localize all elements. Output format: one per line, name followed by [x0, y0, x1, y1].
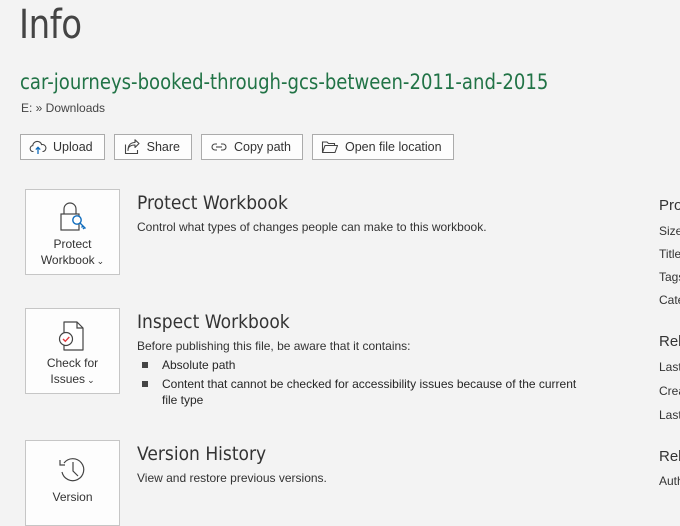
version-history-title: Version History [137, 443, 267, 465]
upload-label: Upload [53, 140, 93, 154]
share-button[interactable]: Share [113, 134, 192, 160]
related-people-heading: Rel [659, 448, 680, 465]
inspect-issue-text: Content that cannot be checked for acces… [162, 377, 577, 407]
version-history-line1: Version [52, 490, 93, 504]
cloud-upload-icon [29, 140, 47, 154]
inspect-workbook-description: Before publishing this file, be aware th… [137, 339, 411, 353]
date-label-created: Crea [659, 384, 680, 398]
protect-workbook-description: Control what types of changes people can… [137, 220, 487, 234]
chevron-down-icon: ⌄ [87, 375, 95, 385]
file-name: car-journeys-booked-through-gcs-between-… [20, 70, 549, 94]
file-path: E: » Downloads [21, 101, 106, 115]
property-label-title: Title [659, 247, 680, 261]
check-for-issues-line1: Check for [46, 356, 99, 370]
date-label-last-modified: Last [659, 360, 680, 374]
open-file-location-label: Open file location [344, 140, 442, 154]
document-check-icon [58, 321, 84, 351]
open-file-location-button[interactable]: Open file location [311, 134, 454, 160]
share-label: Share [146, 140, 180, 154]
protect-workbook-line1: Protect [53, 237, 92, 251]
people-label-author: Auth [659, 474, 680, 488]
bullet-icon [142, 381, 148, 387]
protect-workbook-line2: Workbook [40, 253, 95, 267]
property-label-tags: Tags [659, 270, 680, 284]
bullet-icon [142, 362, 148, 368]
inspect-workbook-title: Inspect Workbook [137, 311, 290, 333]
check-for-issues-line2: Issues [50, 372, 86, 386]
upload-button[interactable]: Upload [20, 134, 105, 160]
folder-open-icon [321, 141, 339, 154]
link-icon [211, 143, 227, 151]
file-actions-toolbar: Upload Share Copy path Open file locatio… [20, 134, 454, 160]
inspect-issue-text: Absolute path [162, 358, 236, 372]
page-title: Info [19, 2, 82, 48]
share-icon [124, 139, 140, 155]
version-history-description: View and restore previous versions. [137, 471, 327, 485]
history-clock-icon [58, 458, 84, 482]
inspect-issues-list: Absolute path Content that cannot be che… [137, 357, 607, 408]
chevron-down-icon: ⌄ [96, 256, 105, 266]
property-label-size: Size [659, 224, 680, 238]
related-dates-heading: Rel [659, 333, 680, 350]
version-history-button[interactable]: Version [25, 440, 120, 526]
copy-path-button[interactable]: Copy path [200, 134, 303, 160]
properties-heading: Pro [659, 197, 680, 214]
inspect-issue-item: Content that cannot be checked for acces… [137, 376, 582, 408]
check-for-issues-button[interactable]: Check for Issues ⌄ [25, 308, 120, 394]
date-label-last-printed: Last [659, 408, 680, 422]
property-label-categories: Cate [659, 293, 680, 307]
copy-path-label: Copy path [233, 140, 291, 154]
lock-key-icon [59, 202, 86, 231]
inspect-issue-item: Absolute path [137, 357, 582, 373]
protect-workbook-title: Protect Workbook [137, 192, 288, 214]
protect-workbook-button[interactable]: Protect Workbook ⌄ [25, 189, 120, 275]
